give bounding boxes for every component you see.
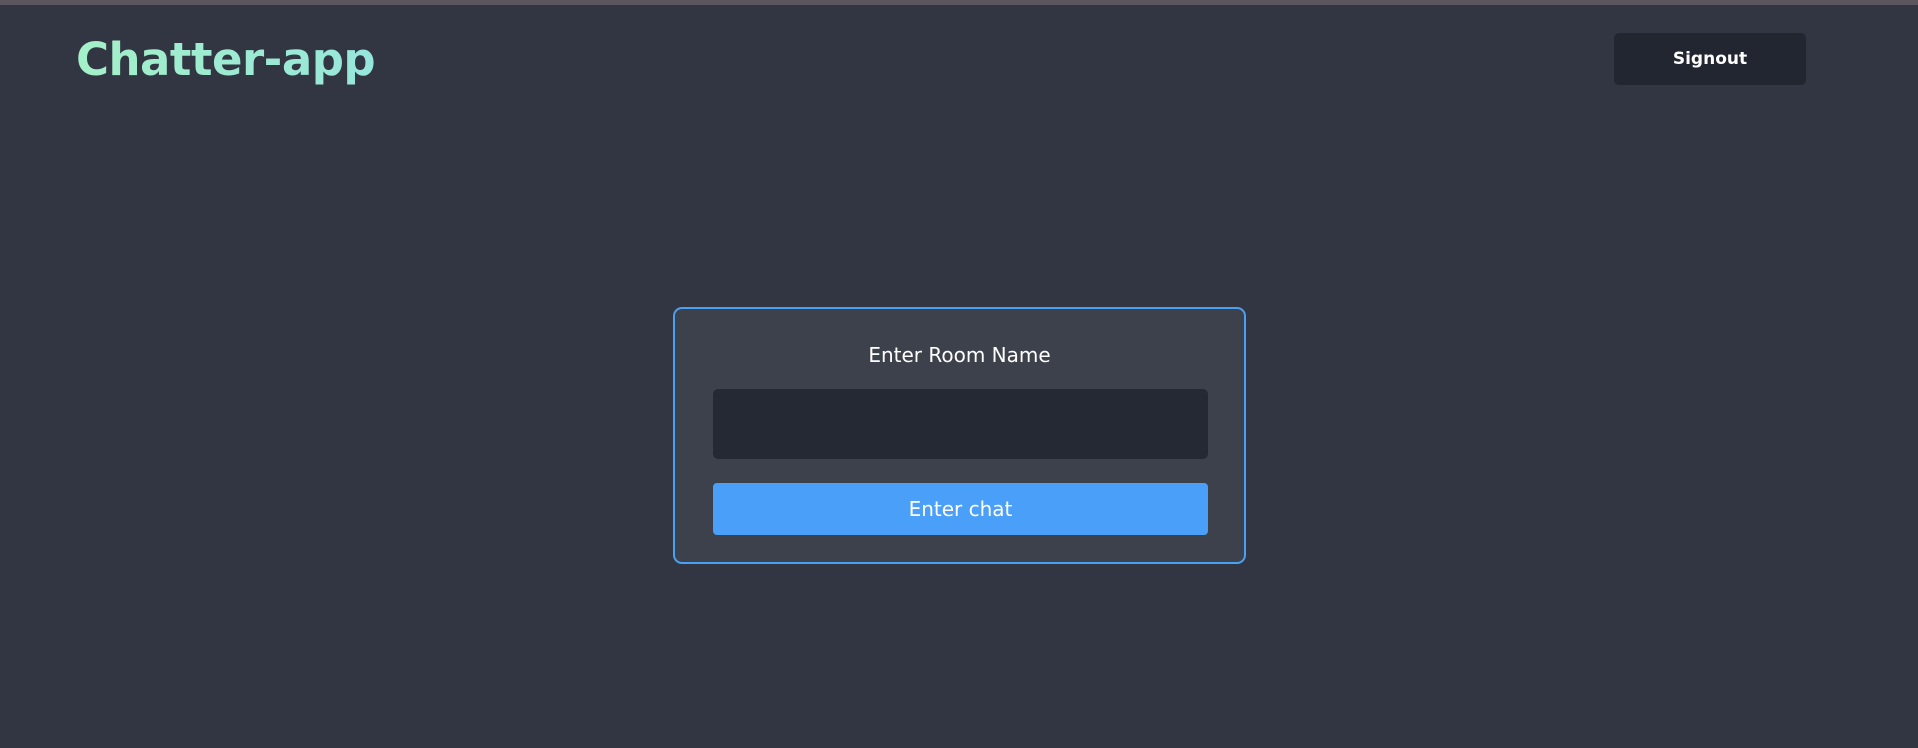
app-logo[interactable]: Chatter-app <box>76 30 376 90</box>
enter-chat-button[interactable]: Enter chat <box>713 483 1208 535</box>
room-entry-card: Enter Room Name Enter chat <box>673 307 1246 564</box>
app-header: Chatter-app Signout <box>0 5 1918 115</box>
signout-button[interactable]: Signout <box>1614 33 1806 85</box>
room-name-heading: Enter Room Name <box>868 343 1051 367</box>
room-name-input[interactable] <box>713 389 1208 459</box>
